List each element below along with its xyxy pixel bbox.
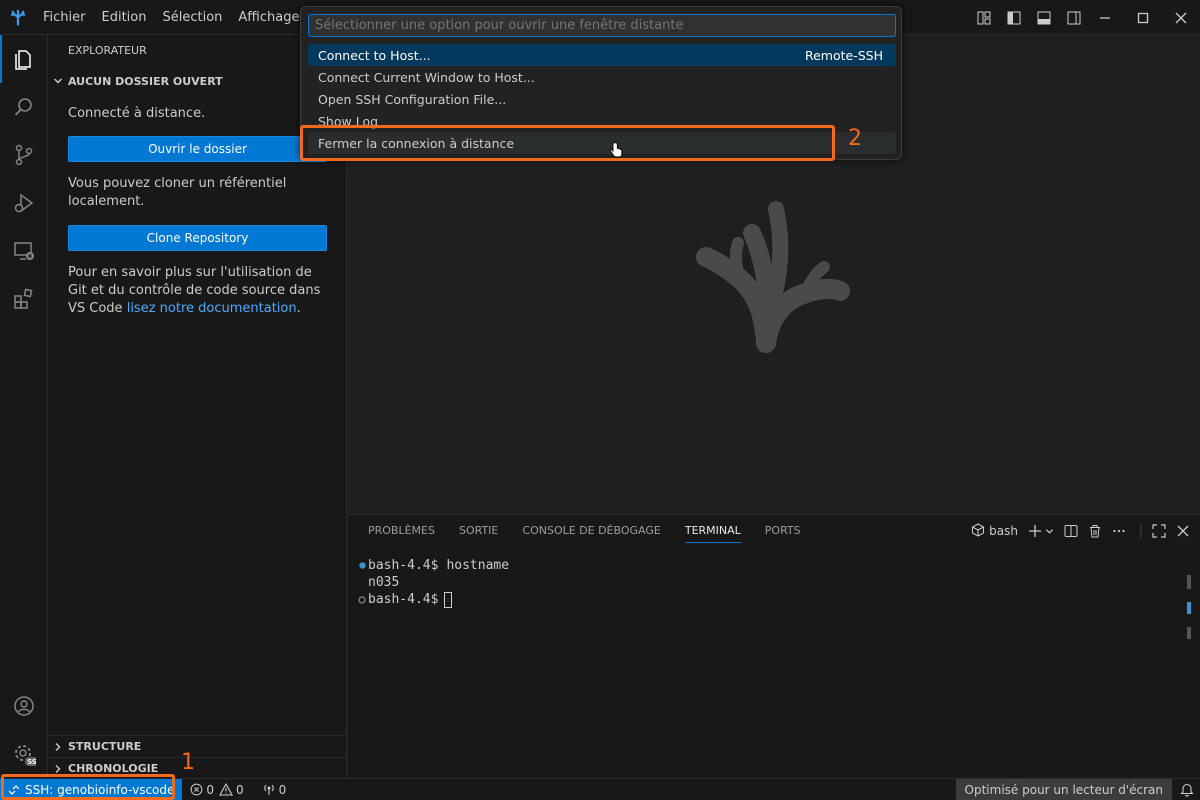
more-actions-icon[interactable] (1112, 524, 1126, 538)
terminal-scrollbar[interactable] (1187, 575, 1191, 649)
terminal-prompt: bash-4.4$ (368, 592, 439, 607)
highlight-box-close-connection (300, 125, 835, 161)
chevron-down-icon (48, 76, 68, 86)
connected-text: Connecté à distance. (68, 106, 206, 121)
success-dot-icon (356, 562, 368, 569)
toggle-panel-icon[interactable] (1032, 0, 1056, 35)
git-help-text: Pour en savoir plus sur l'utilisation de… (68, 264, 330, 318)
vscode-logo-icon (0, 0, 35, 35)
tab-ports[interactable]: PORTS (765, 515, 801, 547)
notifications-bell-icon[interactable] (1180, 782, 1194, 800)
terminal-name: bash (989, 524, 1018, 538)
clone-text: Vous pouvez cloner un référentiel locale… (68, 176, 287, 209)
documentation-link[interactable]: lisez notre documentation (127, 301, 297, 316)
git-help-end: . (296, 301, 301, 316)
toggle-primary-sidebar-icon[interactable] (1002, 0, 1026, 35)
terminal-output-text: n035 (368, 575, 400, 590)
terminal-prompt: bash-4.4$ (368, 558, 439, 573)
maximize-icon[interactable] (1124, 0, 1162, 35)
qp-connect-to-host[interactable]: Connect to Host... Remote-SSH (308, 44, 896, 66)
structure-title: STRUCTURE (68, 740, 142, 753)
pending-dot-icon (356, 595, 368, 604)
error-count: 0 (206, 782, 215, 797)
maximize-panel-icon[interactable] (1152, 524, 1166, 538)
screen-reader-status[interactable]: Optimisé pour un lecteur d'écran (955, 779, 1172, 800)
vscodium-watermark-icon (694, 195, 854, 359)
problems-indicator[interactable]: 0 0 (190, 782, 244, 797)
menu-fichier[interactable]: Fichier (35, 0, 94, 35)
chevron-right-icon (48, 764, 68, 774)
section-title: AUCUN DOSSIER OUVERT (68, 74, 223, 88)
terminal-selector[interactable]: bash (971, 522, 1018, 540)
qp-item-description: Remote-SSH (804, 47, 883, 63)
toggle-secondary-sidebar-icon[interactable] (1062, 0, 1086, 35)
minimize-icon[interactable] (1086, 0, 1124, 35)
highlight-box-remote-indicator (1, 774, 175, 800)
clone-repository-button[interactable]: Clone Repository (68, 225, 327, 251)
qp-item-label: Connect Current Window to Host... (318, 69, 535, 85)
warning-count: 0 (236, 782, 244, 797)
qp-connect-current-window[interactable]: Connect Current Window to Host... (308, 66, 896, 88)
menu-affichage[interactable]: Affichage (230, 0, 307, 35)
status-bar: SSH: genobioinfo-vscode 0 0 0 Optimisé p… (0, 778, 1200, 800)
error-icon (190, 783, 203, 796)
sidebar-header: EXPLORATEUR (68, 44, 147, 57)
close-window-icon[interactable] (1162, 0, 1200, 35)
kill-terminal-trash-icon[interactable] (1088, 524, 1102, 538)
terminal-line: bash-4.4$ hostname (356, 557, 509, 574)
terminal-line: n035 (356, 574, 509, 591)
svg-text:SS: SS (27, 758, 36, 766)
manage-gear-icon[interactable]: SS (0, 730, 48, 778)
remote-explorer-icon[interactable] (0, 227, 48, 275)
chevron-right-icon (48, 742, 68, 752)
quick-pick-input[interactable] (308, 14, 896, 37)
annotation-number-2: 2 (848, 126, 862, 151)
menu-selection[interactable]: Sélection (154, 0, 230, 35)
accounts-icon[interactable] (0, 682, 48, 730)
tab-console-debogage[interactable]: CONSOLE DE DÉBOGAGE (522, 515, 660, 547)
close-panel-icon[interactable] (1176, 524, 1190, 538)
source-control-icon[interactable] (0, 131, 48, 179)
terminal-output[interactable]: bash-4.4$ hostname n035 bash-4.4$ (356, 557, 509, 608)
terminal-command: hostname (446, 558, 510, 573)
run-debug-icon[interactable] (0, 179, 48, 227)
bottom-panel: PROBLÈMES SORTIE CONSOLE DE DÉBOGAGE TER… (348, 514, 1200, 778)
terminal-cursor (444, 591, 453, 608)
structure-section[interactable]: STRUCTURE (48, 735, 347, 757)
tab-sortie[interactable]: SORTIE (459, 515, 498, 547)
broadcast-icon (262, 783, 276, 796)
qp-item-label: Connect to Host... (318, 47, 431, 63)
extensions-icon[interactable] (0, 275, 48, 323)
ports-count: 0 (278, 782, 287, 797)
terminal-cube-icon (971, 522, 985, 540)
customize-layout-icon[interactable] (972, 0, 996, 35)
search-icon[interactable] (0, 83, 48, 131)
explorer-icon[interactable] (0, 35, 48, 83)
qp-item-label: Open SSH Configuration File... (318, 91, 507, 107)
split-terminal-icon[interactable] (1064, 524, 1078, 538)
open-folder-button[interactable]: Ouvrir le dossier (68, 136, 327, 162)
tab-terminal[interactable]: TERMINAL (684, 515, 741, 547)
activity-bar: SS (0, 35, 48, 778)
menu-edition[interactable]: Edition (94, 0, 155, 35)
qp-open-ssh-config[interactable]: Open SSH Configuration File... (308, 88, 896, 110)
annotation-number-1: 1 (181, 750, 195, 775)
divider (1140, 524, 1142, 538)
warning-icon (219, 783, 233, 796)
new-terminal-icon[interactable] (1028, 524, 1054, 538)
tab-problemes[interactable]: PROBLÈMES (368, 515, 435, 547)
ports-indicator[interactable]: 0 (262, 782, 287, 797)
terminal-line: bash-4.4$ (356, 591, 509, 608)
